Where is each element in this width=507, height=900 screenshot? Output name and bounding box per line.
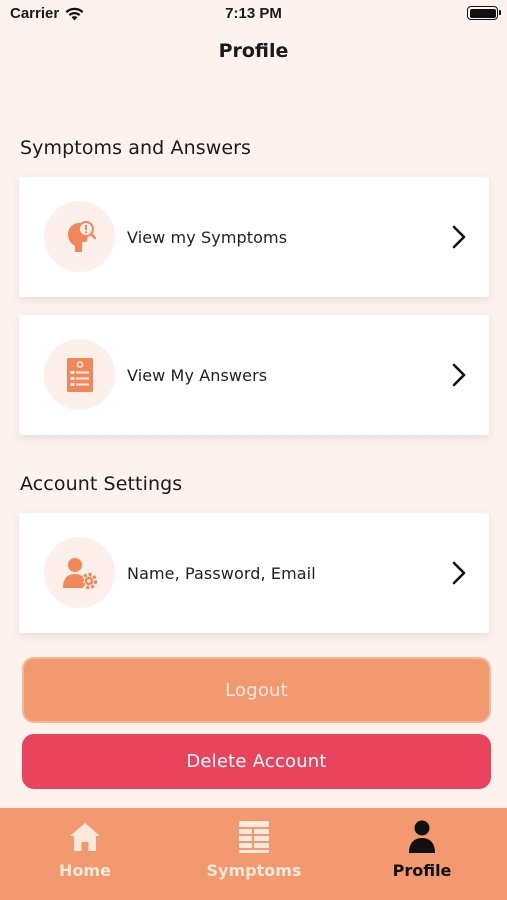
report-sheet-icon [44, 339, 115, 410]
delete-account-button[interactable]: Delete Account [22, 734, 491, 789]
page-title: Profile [218, 40, 289, 62]
tab-home[interactable]: Home [45, 808, 125, 900]
account-details-label: Name, Password, Email [127, 563, 316, 583]
section-heading-account-settings: Account Settings [20, 473, 183, 495]
battery-icon [467, 6, 501, 20]
status-time: 7:13 PM [225, 5, 282, 22]
logout-button[interactable]: Logout [22, 657, 491, 723]
section-heading-symptoms-answers: Symptoms and Answers [20, 137, 252, 159]
view-answers-label: View My Answers [127, 365, 268, 385]
chevron-right-icon [452, 561, 466, 585]
chevron-right-icon [452, 363, 466, 387]
status-bar: Carrier 7:13 PM [0, 0, 507, 28]
tab-symptoms-label: Symptoms [206, 861, 302, 880]
view-answers-card[interactable]: View My Answers [19, 315, 489, 435]
account-details-card[interactable]: Name, Password, Email [19, 513, 489, 633]
tab-bar: Home Symptoms Profile [0, 808, 507, 900]
tab-profile-label: Profile [392, 861, 452, 880]
view-symptoms-label: View my Symptoms [127, 227, 288, 247]
person-icon [405, 820, 439, 854]
view-symptoms-card[interactable]: View my Symptoms [19, 177, 489, 297]
head-question-icon [44, 201, 115, 272]
tab-symptoms[interactable]: Symptoms [204, 808, 304, 900]
chevron-right-icon [452, 225, 466, 249]
home-icon [68, 820, 102, 854]
tab-home-label: Home [59, 861, 111, 880]
user-settings-icon [44, 537, 115, 608]
symptoms-list-icon [237, 820, 271, 854]
tab-profile[interactable]: Profile [382, 808, 462, 900]
